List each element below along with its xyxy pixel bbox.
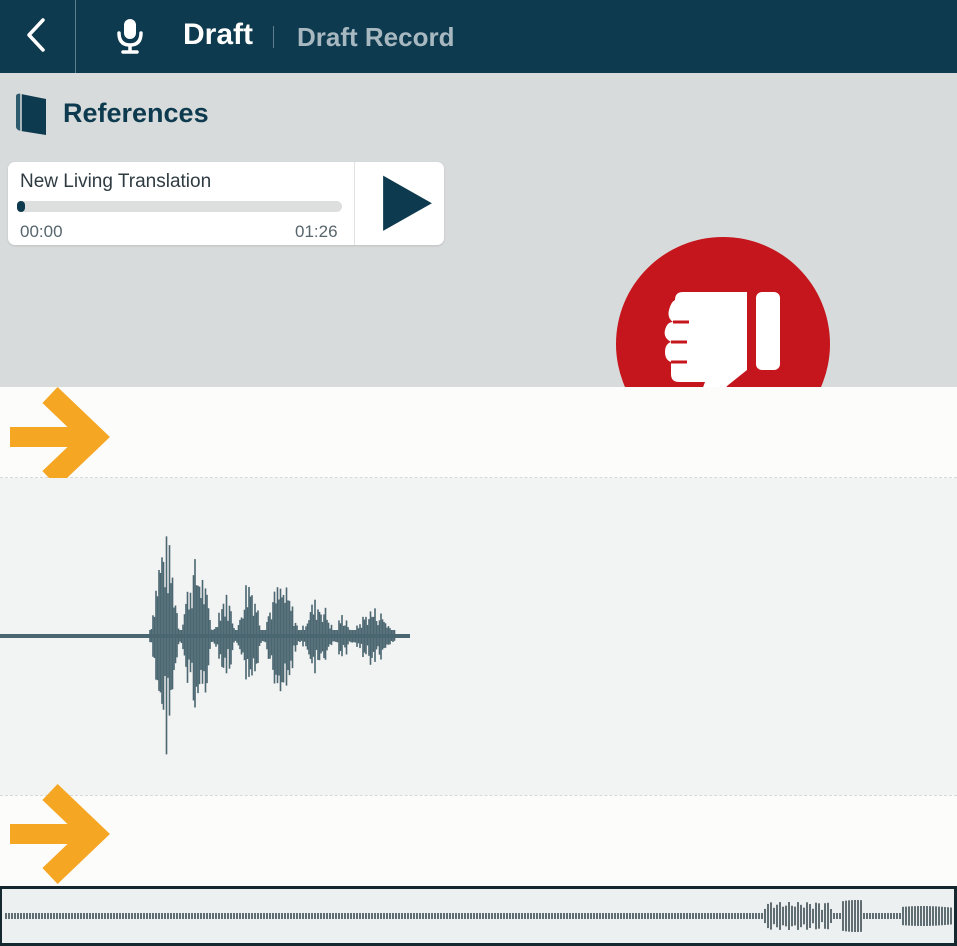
reference-title: New Living Translation: [20, 171, 212, 192]
top-bar: Draft Draft Record: [0, 0, 957, 73]
arrow-right-icon: [10, 387, 110, 487]
reference-player-card: New Living Translation 00:00 01:26: [8, 162, 444, 245]
back-button[interactable]: [0, 0, 76, 73]
play-icon: [383, 175, 432, 231]
current-time: 00:00: [20, 222, 63, 241]
page-title: Draft: [183, 18, 254, 51]
waveform-lane[interactable]: [0, 478, 957, 795]
overview-waveform: [5, 900, 952, 932]
total-time: 01:26: [295, 222, 338, 241]
references-heading: References: [63, 98, 209, 128]
arrow-right-icon: [10, 784, 110, 884]
book-icon: [16, 93, 46, 135]
audio-waveform: [0, 536, 410, 755]
page-subtitle: Draft Record: [297, 22, 455, 52]
marker-lane-top: [0, 387, 957, 487]
marker-lane-bottom: [0, 784, 957, 887]
microphone-icon: [117, 19, 143, 54]
references-panel: References New Living Translation 00:00 …: [0, 73, 957, 451]
title-separator: [273, 26, 274, 48]
waveform-overview[interactable]: [0, 886, 957, 946]
audio-progress-fill: [17, 201, 26, 212]
audio-progress-bar[interactable]: [17, 201, 342, 212]
play-button[interactable]: [355, 162, 444, 245]
chevron-left-icon: [27, 18, 45, 52]
